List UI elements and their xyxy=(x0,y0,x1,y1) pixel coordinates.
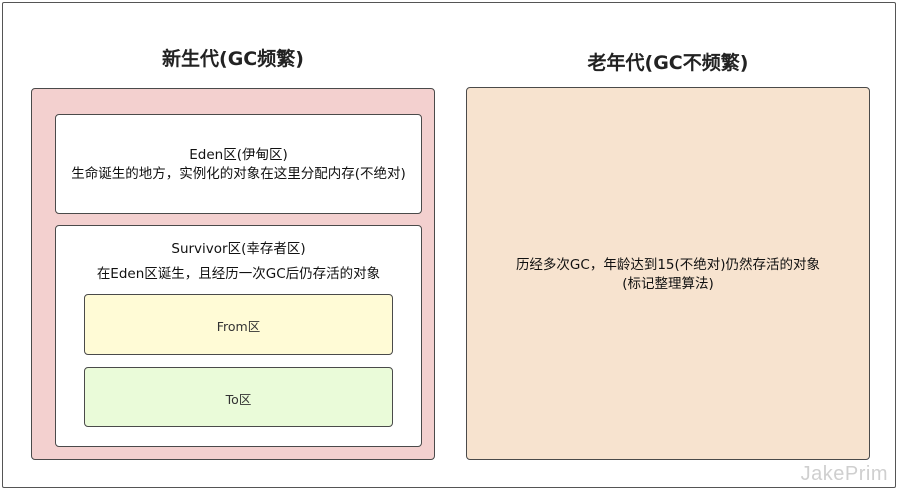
survivor-title: Survivor区(幸存者区) xyxy=(171,241,306,257)
old-generation-line2: (标记整理算法) xyxy=(622,276,714,292)
eden-box xyxy=(55,114,422,214)
eden-description: 生命诞生的地方，实例化的对象在这里分配内存(不绝对) xyxy=(71,166,406,182)
from-space-label: From区 xyxy=(216,319,261,334)
to-space-label: To区 xyxy=(225,392,252,407)
watermark: JakePrim xyxy=(800,463,888,485)
young-generation-title: 新生代(GC频繁) xyxy=(162,48,304,70)
old-generation-line1: 历经多次GC，年龄达到15(不绝对)仍然存活的对象 xyxy=(515,257,821,273)
eden-title: Eden区(伊甸区) xyxy=(189,147,288,163)
survivor-description: 在Eden区诞生，且经历一次GC后仍存活的对象 xyxy=(96,266,381,282)
old-generation-title: 老年代(GC不频繁) xyxy=(587,52,749,74)
